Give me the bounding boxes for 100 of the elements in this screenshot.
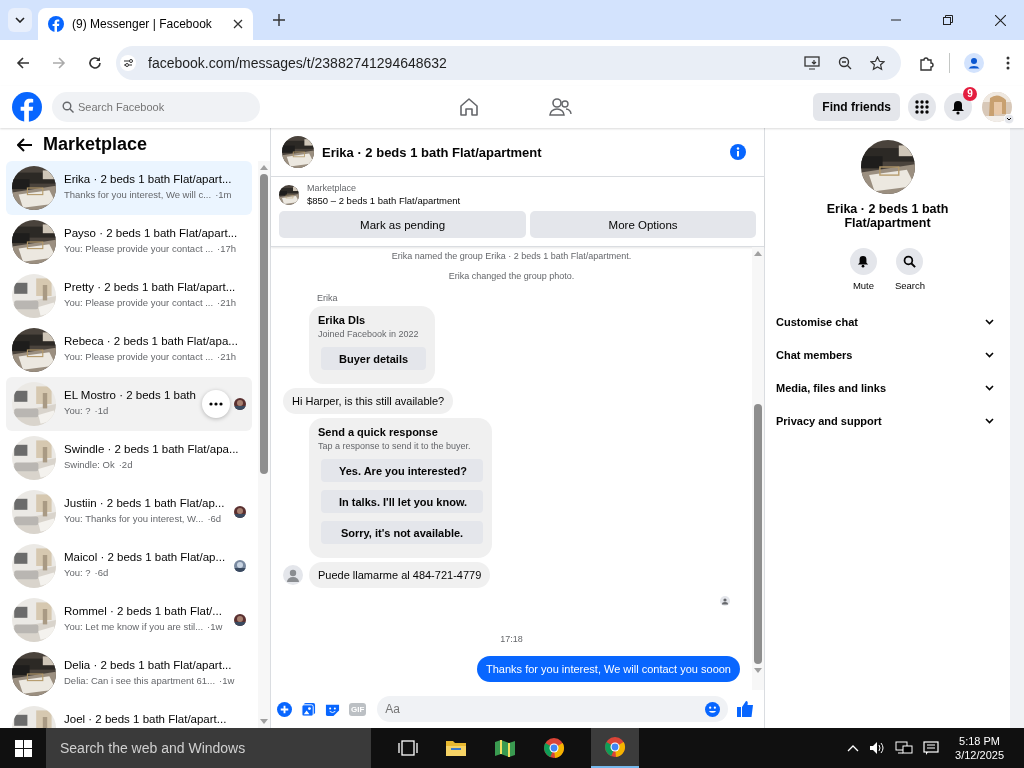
sender-name: Erika: [317, 293, 339, 303]
find-friends-button[interactable]: Find friends: [813, 93, 900, 121]
conversation-item[interactable]: Rommel · 2 beds 1 bath Flat/... You: Let me know if you are stil... ·1w: [6, 593, 252, 647]
bell-icon: [857, 255, 870, 268]
clock-time: 5:18 PM: [959, 735, 1000, 747]
incoming-message: Hi Harper, is this still available?: [283, 388, 454, 414]
menu-icon[interactable]: [1006, 56, 1010, 70]
restore-icon[interactable]: [943, 15, 953, 25]
chevron-down-icon: [15, 17, 25, 23]
chevron-down-icon: [985, 318, 994, 325]
install-app-icon[interactable]: [804, 56, 820, 70]
quick-reply-button[interactable]: Yes. Are you interested?: [321, 459, 483, 482]
chevron-up-icon[interactable]: [847, 744, 860, 752]
apps-menu-button[interactable]: [908, 93, 936, 121]
search-field[interactable]: Search Facebook: [52, 92, 260, 122]
timestamp: 17:18: [500, 634, 523, 644]
site-settings-icon[interactable]: [120, 55, 136, 71]
conversation-item[interactable]: Erika · 2 beds 1 bath Flat/apart... Thanks for you interest, We will c... ·1m: [6, 161, 252, 215]
mute-button[interactable]: [849, 248, 877, 275]
chevron-down-icon: [985, 384, 994, 391]
collapsible-section[interactable]: Customise chat: [765, 305, 1010, 338]
chrome-icon: [604, 736, 626, 758]
conversation-item[interactable]: Payso · 2 beds 1 bath Flat/apart... You: Please provide your contact ... ·17h: [6, 215, 252, 269]
new-tab-icon[interactable]: [273, 14, 285, 26]
conversation-name: Payso · 2 beds 1 bath Flat/apart...: [64, 227, 239, 239]
active-app-button[interactable]: [591, 728, 639, 768]
conversation-item[interactable]: Maicol · 2 beds 1 bath Flat/ap... You: ? ·6d: [6, 539, 252, 593]
conversation-name: Maicol · 2 beds 1 bath Flat/ap...: [64, 551, 226, 563]
scrollbar[interactable]: [1010, 128, 1024, 728]
volume-icon[interactable]: [869, 741, 886, 755]
chat-title: Erika · 2 beds 1 bath Flat/apartment: [322, 144, 542, 160]
network-icon[interactable]: [895, 741, 914, 755]
system-message: Erika changed the group photo.: [448, 271, 575, 281]
buyer-name: Erika Dls: [318, 314, 367, 326]
conversation-item[interactable]: EL Mostro · 2 beds 1 bath You: ? ·1d: [6, 377, 252, 431]
message-preview: Delia: Can i see this apartment 61...: [64, 675, 216, 686]
tab-title: (9) Messenger | Facebook: [72, 17, 213, 31]
browser-tab[interactable]: (9) Messenger | Facebook: [38, 8, 253, 40]
message-time: ·21h: [217, 351, 237, 362]
card-subtitle: Tap a response to send it to the buyer.: [318, 441, 472, 451]
taskbar-search-field[interactable]: Search the web and Windows: [46, 728, 371, 768]
windows-start-icon[interactable]: [15, 739, 32, 757]
conversation-item[interactable]: Pretty · 2 beds 1 bath Flat/apart... You: Please provide your contact ... ·21h: [6, 269, 252, 323]
caret-icon[interactable]: [1004, 114, 1014, 124]
emoji-icon[interactable]: [705, 701, 720, 717]
tab-search-button[interactable]: [8, 8, 32, 32]
buyer-details-button[interactable]: Buyer details: [321, 347, 427, 370]
star-icon[interactable]: [870, 55, 885, 71]
search-icon: [903, 255, 917, 268]
more-options-button[interactable]: [202, 390, 230, 418]
close-icon[interactable]: [233, 19, 243, 29]
listing-action-button[interactable]: More Options: [530, 211, 756, 238]
message-preview: You: Please provide your contact ...: [64, 297, 214, 308]
message-input[interactable]: Aa: [377, 696, 728, 722]
info-icon[interactable]: [730, 144, 746, 160]
message-preview: You: Thanks for you interest, W...: [64, 513, 204, 524]
extension-puzzle-icon[interactable]: [919, 55, 935, 71]
conversation-name: Delia · 2 beds 1 bath Flat/apart...: [64, 659, 233, 671]
home-icon[interactable]: [458, 96, 480, 118]
conversation-item[interactable]: Rebeca · 2 beds 1 bath Flat/apa... You: Please provide your contact ... ·21h: [6, 323, 252, 377]
section-title: Marketplace: [43, 134, 148, 155]
buyer-subtitle: Joined Facebook in 2022: [318, 329, 420, 339]
quick-reply-button[interactable]: In talks. I'll let you know.: [321, 490, 483, 513]
thumbs-up-icon[interactable]: [737, 701, 754, 717]
collapsible-section[interactable]: Media, files and links: [765, 371, 1010, 404]
plus-circle-icon[interactable]: [277, 701, 292, 717]
address-bar[interactable]: facebook.com/messages/t/23882741294648632: [116, 46, 901, 80]
search-button[interactable]: [896, 248, 924, 275]
section-label: Media, files and links: [776, 381, 887, 394]
back-arrow-icon[interactable]: [17, 137, 33, 152]
outgoing-message: Thanks for you interest, We will contact you sooon: [477, 656, 740, 682]
notification-center-icon[interactable]: [923, 741, 940, 755]
profile-icon[interactable]: [964, 53, 984, 73]
facebook-logo-icon: [48, 16, 64, 32]
folder-icon[interactable]: [445, 739, 467, 757]
collapsible-section[interactable]: Privacy and support: [765, 404, 1010, 437]
close-icon[interactable]: [995, 14, 1006, 26]
maps-icon[interactable]: [494, 738, 516, 758]
conversation-item[interactable]: Swindle · 2 beds 1 bath Flat/apa... Swindle: Ok ·2d: [6, 431, 252, 485]
listing-action-button[interactable]: Mark as pending: [279, 211, 527, 238]
bell-icon: [951, 99, 965, 115]
collapsible-section[interactable]: Chat members: [765, 338, 1010, 371]
conversation-name: Rebeca · 2 beds 1 bath Flat/apa...: [64, 335, 239, 347]
message-time: ·6d: [94, 567, 109, 578]
message-preview: You: ?: [64, 567, 91, 578]
friends-icon[interactable]: [548, 96, 572, 118]
more-icon: [209, 402, 223, 406]
task-view-icon[interactable]: [398, 740, 418, 756]
message-preview: You: Let me know if you are stil...: [64, 621, 204, 632]
conversation-item[interactable]: Delia · 2 beds 1 bath Flat/apart... Delia: Can i see this apartment 61... ·1w: [6, 647, 252, 701]
quick-reply-button[interactable]: Sorry, it's not available.: [321, 521, 483, 544]
reload-icon[interactable]: [88, 56, 102, 70]
image-icon[interactable]: [301, 701, 316, 717]
message-preview: Swindle: Ok: [64, 459, 115, 470]
facebook-logo-icon[interactable]: [12, 92, 42, 122]
incoming-message: Puede llamarme al 484-721-4779: [309, 562, 491, 588]
zoom-out-icon[interactable]: [838, 56, 852, 70]
back-arrow-icon[interactable]: [16, 56, 30, 70]
chrome-icon[interactable]: [543, 737, 565, 759]
conversation-item[interactable]: Justiin · 2 beds 1 bath Flat/ap... You: Thanks for you interest, W... ·6d: [6, 485, 252, 539]
